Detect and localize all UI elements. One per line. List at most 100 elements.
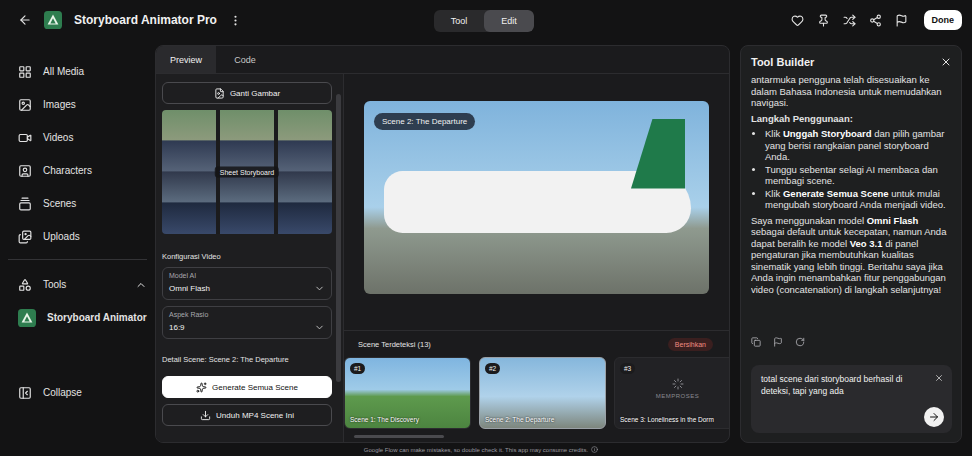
- app-window: Storyboard Animator Pro ToolEdit Done All M…: [0, 0, 972, 456]
- bold-text: Veo 3.1: [850, 238, 883, 249]
- redo-icon[interactable]: [795, 337, 805, 347]
- scene-card[interactable]: #2 Scene 2: The Departure: [479, 357, 606, 429]
- top-left: Storyboard Animator Pro: [18, 11, 791, 29]
- info-icon[interactable]: [591, 446, 598, 453]
- tool-builder-panel: Tool Builder antarmuka pengguna telah dis…: [740, 45, 962, 443]
- scenes-icon: [18, 197, 32, 211]
- text: Tunggu sebentar selagi AI membaca dan me…: [765, 164, 938, 187]
- storyboard-image: Sheet Storyboard: [162, 110, 332, 234]
- sidebar-item[interactable]: Scenes: [0, 187, 147, 220]
- clear-button[interactable]: Bersihkan: [668, 338, 713, 351]
- tool-item[interactable]: Storyboard Animator: [0, 301, 147, 334]
- share-icon[interactable]: [869, 14, 882, 27]
- send-button[interactable]: [924, 407, 944, 427]
- chevron-up-icon: [135, 279, 147, 291]
- bold-text: Generate Semua Scene: [783, 188, 889, 199]
- storyboard-label: Sheet Storyboard: [215, 167, 279, 178]
- scene-title: Scene 3: Loneliness in the Dorm: [620, 416, 729, 424]
- prompt-text[interactable]: total scene dari storyboard berhasil di …: [761, 373, 928, 407]
- scene-card[interactable]: #3 MEMPROSES Scene 3: Loneliness in the Do…: [614, 357, 729, 429]
- flag-icon[interactable]: [895, 14, 908, 27]
- scene-number: #2: [485, 363, 500, 374]
- scrollbar[interactable]: [336, 94, 341, 382]
- sidebar-item[interactable]: Videos: [0, 121, 147, 154]
- back-arrow-icon[interactable]: [18, 13, 32, 27]
- app-title: Storyboard Animator Pro: [74, 13, 217, 27]
- mode-tab[interactable]: Edit: [484, 10, 534, 32]
- spinner-icon: [672, 378, 684, 390]
- scene-title: Scene 2: The Departure: [485, 416, 601, 424]
- clear-input-icon[interactable]: [934, 373, 944, 383]
- dropdown-icon: [314, 283, 325, 294]
- sidebar-item[interactable]: Images: [0, 88, 147, 121]
- scene-number: #1: [350, 363, 365, 374]
- app-logo-icon: [44, 11, 62, 29]
- horizontal-scrollbar[interactable]: [354, 435, 444, 438]
- select-field[interactable]: Model AIOmni Flash: [162, 267, 332, 300]
- steps-list: Klik Unggah Storyboard dan pilih gambar …: [751, 128, 952, 211]
- arrow-right-icon: [928, 411, 940, 423]
- detail-title: Detail Scene: Scene 2: The Departure: [162, 355, 332, 364]
- download-button[interactable]: Unduh MP4 Scene Ini: [162, 404, 332, 426]
- sidebar-item[interactable]: Characters: [0, 154, 147, 187]
- generate-button[interactable]: Generate Semua Scene: [162, 376, 332, 398]
- scene-badge: Scene 2: The Departure: [374, 113, 475, 130]
- prompt-input[interactable]: total scene dari storyboard berhasil di …: [751, 365, 952, 433]
- heart-icon[interactable]: [791, 14, 804, 27]
- section-title: Konfigurasi Video: [162, 252, 332, 261]
- pin-icon[interactable]: [817, 14, 830, 27]
- video-icon: [18, 131, 32, 145]
- copy-icon[interactable]: [751, 337, 761, 347]
- sidebar-separator: [8, 259, 147, 260]
- chat-message: antarmuka pengguna telah disesuaikan ke …: [751, 74, 952, 331]
- scene-title: Scene 1: The Discovery: [350, 416, 466, 424]
- sparkles-icon: [196, 382, 207, 393]
- done-button[interactable]: Done: [924, 10, 963, 30]
- bold-text: Omni Flash: [867, 215, 919, 226]
- top-actions: Done: [791, 10, 963, 30]
- select-field[interactable]: Aspek Rasio16:9: [162, 306, 332, 339]
- mode-toggle: ToolEdit: [434, 10, 534, 32]
- sidebar-item[interactable]: All Media: [0, 55, 147, 88]
- tool-panel: PreviewCode Ganti Gambar Sheet Storyboard K…: [155, 45, 730, 443]
- sidebar-item[interactable]: Uploads: [0, 220, 147, 253]
- text: Klik: [765, 188, 783, 199]
- replace-image-button[interactable]: Ganti Gambar: [162, 82, 332, 104]
- app-logo-icon: [18, 309, 36, 327]
- flag-icon[interactable]: [773, 337, 783, 347]
- message-actions: [751, 331, 952, 365]
- tabs-row: PreviewCode: [156, 46, 729, 74]
- view-area: Scene 2: The DepartureScene Terdeteksi (…: [344, 74, 729, 442]
- close-icon[interactable]: [940, 56, 952, 68]
- footer-note: Google Flow can make mistakes, so double…: [0, 443, 972, 456]
- main-area: All MediaImagesVideosCharactersScenesUpl…: [0, 40, 972, 443]
- file-image-icon: [214, 88, 225, 99]
- bold-text: Unggah Storyboard: [783, 128, 872, 139]
- collapse-icon: [18, 386, 32, 400]
- more-icon[interactable]: [229, 14, 242, 27]
- top-bar: Storyboard Animator Pro ToolEdit Done: [0, 0, 972, 40]
- scene-status: MEMPROSES: [656, 393, 700, 399]
- uploads-icon: [18, 230, 32, 244]
- dropdown-icon: [314, 322, 325, 333]
- text: Klik: [765, 128, 783, 139]
- tools-toggle[interactable]: Tools: [0, 268, 147, 301]
- mode-tab[interactable]: Tool: [434, 10, 484, 32]
- download-icon: [200, 410, 211, 421]
- user-icon: [18, 164, 32, 178]
- step-item: Klik Unggah Storyboard dan pilih gambar …: [765, 128, 952, 163]
- sidebar: All MediaImagesVideosCharactersScenesUpl…: [0, 45, 155, 443]
- preview-image: Scene 2: The Departure: [364, 101, 709, 294]
- scene-number: #3: [620, 363, 635, 374]
- tab[interactable]: Preview: [156, 46, 216, 73]
- panel-title: Tool Builder: [751, 56, 814, 68]
- image-icon: [18, 98, 32, 112]
- collapse-button[interactable]: Collapse: [0, 376, 147, 409]
- grid-icon: [18, 65, 32, 79]
- tab[interactable]: Code: [216, 46, 274, 73]
- shuffle-icon[interactable]: [843, 14, 856, 27]
- scenes-section: Scene Terdeteksi (13)Bersihkan#1Scene 1:…: [344, 330, 729, 442]
- scene-card[interactable]: #1 Scene 1: The Discovery: [344, 357, 471, 429]
- step-item: Tunggu sebentar selagi AI membaca dan me…: [765, 164, 952, 187]
- step-item: Klik Generate Semua Scene untuk mulai me…: [765, 188, 952, 211]
